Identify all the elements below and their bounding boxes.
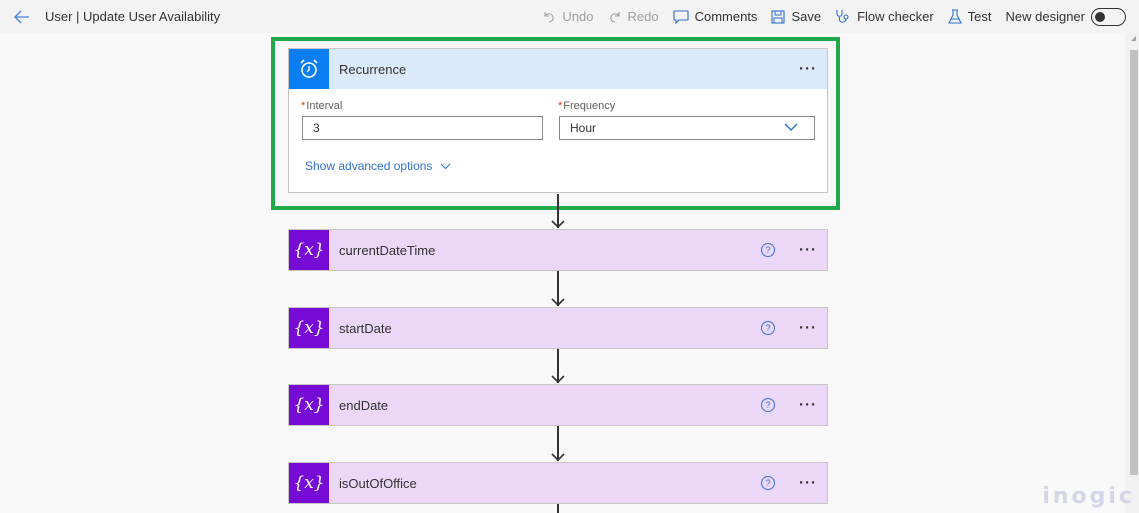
beaker-icon: [947, 8, 962, 24]
redo-label: Redo: [627, 9, 659, 24]
variable-icon: {x}: [289, 385, 329, 425]
interval-label: *Interval: [301, 100, 342, 112]
recurrence-trigger-card: Recurrence ··· *Interval 3 *Frequency Ho…: [288, 48, 828, 193]
comments-button[interactable]: Comments: [673, 9, 758, 24]
chevron-down-icon: [784, 123, 798, 131]
more-options-button[interactable]: ···: [799, 320, 817, 337]
trigger-icon-box: [289, 49, 329, 89]
flow-checker-button[interactable]: Flow checker: [835, 9, 934, 25]
save-label: Save: [791, 9, 822, 24]
watermark-logo: inogic: [1042, 484, 1135, 509]
variable-icon: {x}: [289, 230, 329, 270]
frequency-select[interactable]: Hour: [559, 116, 815, 140]
frequency-label: *Frequency: [558, 100, 615, 112]
test-label: Test: [967, 9, 992, 24]
variable-action-card[interactable]: {x} startDate? ···: [288, 307, 828, 349]
new-designer-control: New designer: [1006, 9, 1086, 24]
frequency-label-text: Frequency: [563, 100, 616, 112]
redo-icon: [609, 11, 620, 23]
command-bar: Undo Redo Comments Save Flow checker Tes…: [542, 0, 1139, 33]
undo-icon: [544, 11, 555, 23]
redo-button[interactable]: Redo: [608, 9, 659, 24]
advanced-options-text: Show advanced options: [305, 159, 433, 173]
variable-icon: {x}: [289, 308, 329, 348]
arrow-left-icon: [14, 10, 29, 23]
new-designer-toggle[interactable]: [1091, 7, 1126, 26]
required-marker: *: [301, 100, 306, 112]
new-designer-label: New designer: [1005, 9, 1086, 24]
scroll-up-arrow[interactable]: [1131, 36, 1136, 41]
comments-label: Comments: [694, 9, 758, 24]
save-button[interactable]: Save: [771, 9, 821, 24]
variable-icon: {x}: [289, 463, 329, 503]
arrow-down-icon: [551, 453, 565, 461]
stethoscope-icon: [836, 9, 849, 23]
action-title: endDate: [339, 397, 389, 413]
undo-label: Undo: [562, 9, 594, 24]
save-icon: [771, 9, 785, 24]
variable-action-card[interactable]: {x} endDate? ···: [288, 384, 828, 426]
scrollbar-thumb[interactable]: [1130, 50, 1138, 475]
variable-action-card[interactable]: {x} currentDateTime? ···: [288, 229, 828, 271]
flow-title: User | Update User Availability: [45, 9, 221, 24]
more-options-button[interactable]: ···: [799, 61, 817, 78]
flow-checker-label: Flow checker: [857, 9, 934, 24]
arrow-down-icon: [551, 375, 565, 383]
required-marker: *: [558, 100, 563, 112]
trigger-title: Recurrence: [339, 61, 407, 77]
action-title: isOutOfOffice: [339, 475, 417, 491]
variable-action-card[interactable]: {x} isOutOfOffice? ···: [288, 462, 828, 504]
top-bar: User | Update User Availability Undo Red…: [0, 0, 1139, 33]
test-button[interactable]: Test: [947, 8, 992, 25]
help-icon[interactable]: ?: [761, 321, 775, 335]
chevron-down-icon: [441, 163, 451, 169]
frequency-value: Hour: [570, 121, 597, 135]
trigger-header[interactable]: Recurrence ···: [289, 49, 827, 89]
interval-input[interactable]: 3: [302, 116, 543, 140]
connector-line: [557, 504, 559, 513]
undo-button[interactable]: Undo: [542, 9, 594, 24]
interval-label-text: Interval: [306, 100, 343, 112]
trigger-fields: *Interval 3 *Frequency Hour Show advance…: [289, 89, 827, 194]
more-options-button[interactable]: ···: [799, 475, 817, 492]
show-advanced-options-link[interactable]: Show advanced options: [305, 159, 451, 173]
action-title: startDate: [339, 320, 392, 336]
help-icon[interactable]: ?: [761, 476, 775, 490]
alarm-clock-icon: [300, 59, 318, 78]
toggle-knob: [1095, 11, 1105, 22]
more-options-button[interactable]: ···: [799, 242, 817, 259]
arrow-down-icon: [551, 220, 565, 228]
more-options-button[interactable]: ···: [799, 397, 817, 414]
help-icon[interactable]: ?: [761, 243, 775, 257]
comment-icon: [673, 9, 689, 24]
arrow-down-icon: [551, 298, 565, 306]
back-button[interactable]: [12, 7, 32, 27]
action-title: currentDateTime: [339, 242, 436, 258]
help-icon[interactable]: ?: [761, 398, 775, 412]
